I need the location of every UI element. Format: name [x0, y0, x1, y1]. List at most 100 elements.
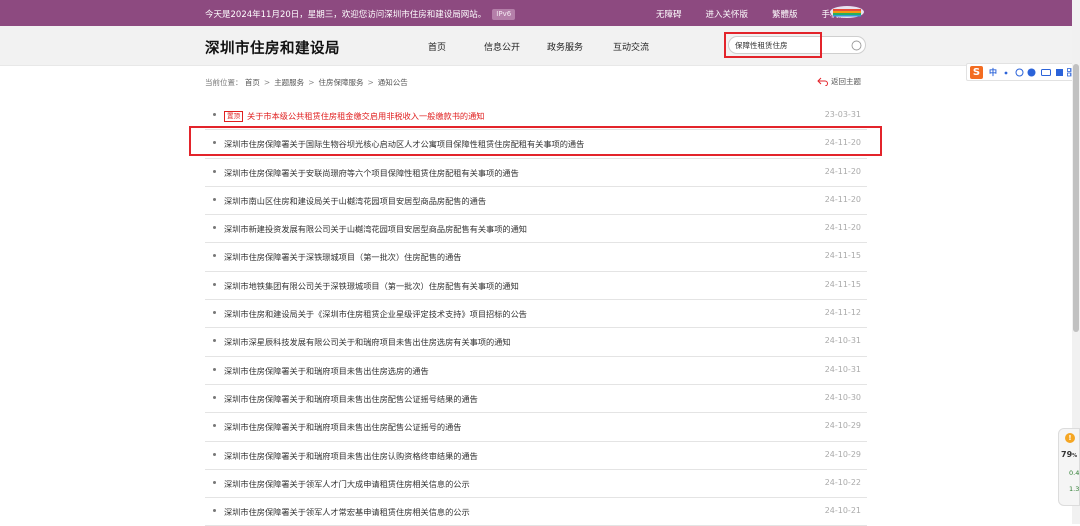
ime-language-toggle[interactable]: 中 [989, 67, 997, 78]
breadcrumb-home[interactable]: 首页 [245, 78, 260, 87]
breadcrumb-housing-services[interactable]: 住房保障服务 [318, 78, 363, 87]
row-highlight-box [189, 126, 882, 156]
bullet-dot [213, 424, 216, 428]
breadcrumb-separator: > [308, 78, 315, 87]
list-item[interactable]: 深圳市住房保障署关于和瑞府项目未售出住房选房的通告 24-10-31 [205, 357, 867, 385]
punctuation-icon[interactable] [1003, 68, 1012, 77]
bullet-dot [213, 169, 216, 173]
bullet-dot [213, 282, 216, 286]
back-to-theme-label: 返回主题 [831, 77, 861, 86]
breadcrumb-theme-services[interactable]: 主题服务 [274, 78, 304, 87]
system-monitor-widget[interactable]: ! 79% 0.4 1.3 [1058, 428, 1080, 506]
welcome-text: 今天是2024年11月20日，星期三，欢迎您访问深圳市住房和建设局网站。 [205, 10, 487, 20]
list-item[interactable]: 深圳市住房保障署关于领军人才门大成申请租赁住房相关信息的公示 24-10-22 [205, 470, 867, 499]
traditional-chinese-link[interactable]: 繁體版 [772, 8, 798, 20]
top-bar: 今天是2024年11月20日，星期三，欢迎您访问深圳市住房和建设局网站。 IPv6… [0, 0, 1080, 26]
breadcrumb: 当前位置： 首页 > 主题服务 > 住房保障服务 > 通知公告 [205, 77, 408, 88]
list-item[interactable]: 深圳市南山区住房和建设局关于山樾湾花园项目安居型商品房配售的通告 24-11-20 [205, 187, 867, 216]
ipv6-badge: IPv6 [492, 9, 516, 20]
notice-title[interactable]: 深圳市住房保障署关于领军人才门大成申请租赁住房相关信息的公示 [224, 478, 470, 490]
notice-date: 24-10-22 [824, 477, 861, 487]
notice-list: 置顶 关于市本级公共租赁住房租金缴交启用非税收入一般缴款书的通知 23-03-31… [205, 102, 867, 526]
nav-gov-services[interactable]: 政务服务 [547, 40, 583, 53]
pinned-badge: 置顶 [224, 111, 243, 122]
bullet-dot [213, 395, 216, 399]
notice-date: 24-10-29 [824, 449, 861, 459]
upload-speed: 0.4 [1069, 469, 1080, 477]
list-item[interactable]: 深圳市住房保障署关于安联尚璟府等六个项目保障性租赁住房配租有关事项的通告 24-1… [205, 159, 867, 187]
keyboard-icon[interactable] [1041, 68, 1051, 77]
notice-date: 24-10-29 [824, 421, 861, 431]
emoji-icon[interactable] [1015, 68, 1024, 77]
bullet-dot [213, 452, 216, 456]
bullet-dot [213, 480, 216, 484]
back-to-theme-link[interactable]: 返回主题 [817, 76, 861, 87]
notice-title[interactable]: 深圳市住房保障署关于和瑞府项目未售出住房选房的通告 [224, 365, 429, 377]
notice-title[interactable]: 深圳市新建投资发展有限公司关于山樾湾花园项目安居型商品房配售有关事项的通知 [224, 223, 527, 235]
notice-title[interactable]: 深圳市住房保障署关于和瑞府项目未售出住房配售公证摇号的通告 [224, 421, 461, 433]
bullet-dot [213, 254, 216, 258]
main-nav: 首页 信息公开 政务服务 互动交流 [428, 40, 649, 53]
notice-title[interactable]: 深圳市住房和建设局关于《深圳市住房租赁企业星级评定技术支持》项目招标的公告 [224, 308, 527, 320]
search-highlight-box [724, 32, 822, 58]
list-item[interactable]: 深圳市新建投资发展有限公司关于山樾湾花园项目安居型商品房配售有关事项的通知 24-… [205, 215, 867, 244]
list-item[interactable]: 深圳市地铁集团有限公司关于深铁璟城项目（第一批次）住房配售有关事项的通知 24-1… [205, 272, 867, 301]
notice-title[interactable]: 深圳市地铁集团有限公司关于深铁璟城项目（第一批次）住房配售有关事项的通知 [224, 280, 519, 292]
skin-icon[interactable] [1055, 68, 1064, 77]
search-icon[interactable] [851, 40, 862, 51]
bullet-dot [213, 509, 216, 513]
care-version-link[interactable]: 进入关怀版 [706, 8, 749, 20]
breadcrumb-prefix: 当前位置： [205, 78, 243, 87]
notice-title[interactable]: 深圳市住房保障署关于和瑞府项目未售出住房认购资格终审结果的通告 [224, 450, 478, 462]
notice-title[interactable]: 深圳市住房保障署关于深铁璟城项目（第一批次）住房配售的通告 [224, 251, 461, 263]
list-item[interactable]: 深圳市住房保障署关于领军人才常宏基申请租赁住房相关信息的公示 24-10-21 [205, 498, 867, 526]
usage-percent: 79% [1061, 450, 1077, 459]
list-item[interactable]: 深圳市深星辰科技发展有限公司关于和瑞府项目未售出住房选房有关事项的通知 24-10… [205, 328, 867, 357]
usage-value: 79 [1061, 450, 1073, 459]
download-speed: 1.3 [1069, 485, 1080, 493]
notice-title[interactable]: 置顶 关于市本级公共租赁住房租金缴交启用非税收入一般缴款书的通知 [224, 110, 484, 122]
back-arrow-icon [817, 77, 828, 87]
nav-interaction[interactable]: 互动交流 [613, 40, 649, 53]
notice-date: 24-11-20 [824, 166, 861, 176]
sogou-logo-icon[interactable]: S [970, 66, 983, 79]
notice-date: 24-10-31 [824, 364, 861, 374]
breadcrumb-separator: > [367, 78, 374, 87]
list-item[interactable]: 深圳市住房保障署关于深铁璟城项目（第一批次）住房配售的通告 24-11-15 [205, 243, 867, 272]
cloud-logo-icon [830, 6, 864, 18]
bullet-dot [213, 113, 216, 116]
usage-unit: % [1072, 453, 1078, 459]
notice-title[interactable]: 深圳市南山区住房和建设局关于山樾湾花园项目安居型商品房配售的通告 [224, 195, 486, 207]
notice-title-text: 关于市本级公共租赁住房租金缴交启用非税收入一般缴款书的通知 [247, 111, 485, 121]
bullet-dot [213, 367, 216, 371]
list-item[interactable]: 深圳市住房保障署关于和瑞府项目未售出住房配售公证摇号的通告 24-10-29 [205, 413, 867, 442]
bullet-dot [213, 226, 216, 230]
notice-title[interactable]: 深圳市住房保障署关于和瑞府项目未售出住房配售公证摇号结果的通告 [224, 393, 478, 405]
notice-title[interactable]: 深圳市住房保障署关于领军人才常宏基申请租赁住房相关信息的公示 [224, 506, 470, 518]
list-item[interactable]: 深圳市住房保障署关于和瑞府项目未售出住房认购资格终审结果的通告 24-10-29 [205, 442, 867, 470]
notice-date: 24-10-30 [824, 392, 861, 402]
nav-info-disclosure[interactable]: 信息公开 [484, 40, 520, 53]
notice-date: 24-11-20 [824, 223, 861, 233]
accessibility-link[interactable]: 无障碍 [656, 8, 682, 20]
scrollbar-thumb[interactable] [1073, 64, 1079, 332]
notice-title[interactable]: 深圳市住房保障署关于安联尚璟府等六个项目保障性租赁住房配租有关事项的通告 [224, 167, 519, 179]
breadcrumb-separator: > [263, 78, 271, 87]
notice-date: 24-10-31 [824, 336, 861, 346]
notice-title[interactable]: 深圳市深星辰科技发展有限公司关于和瑞府项目未售出住房选房有关事项的通知 [224, 336, 511, 348]
list-item[interactable]: 深圳市住房和建设局关于《深圳市住房租赁企业星级评定技术支持》项目招标的公告 24-… [205, 300, 867, 329]
ime-toolbar[interactable]: S 中 [966, 63, 1078, 81]
site-title[interactable]: 深圳市住房和建设局 [205, 37, 340, 58]
breadcrumb-notices[interactable]: 通知公告 [378, 78, 408, 87]
notice-date: 24-11-15 [824, 279, 861, 289]
nav-home[interactable]: 首页 [428, 40, 446, 53]
alert-icon: ! [1065, 433, 1075, 443]
bullet-dot [213, 197, 216, 201]
bullet-dot [213, 339, 216, 343]
welcome-message: 今天是2024年11月20日，星期三，欢迎您访问深圳市住房和建设局网站。 IPv6 [205, 8, 516, 20]
notice-date: 24-11-12 [824, 308, 861, 318]
list-item[interactable]: 深圳市住房保障署关于和瑞府项目未售出住房配售公证摇号结果的通告 24-10-30 [205, 385, 867, 414]
notice-date: 23-03-31 [824, 110, 861, 119]
notice-date: 24-11-15 [824, 251, 861, 261]
voice-icon[interactable] [1027, 68, 1036, 77]
